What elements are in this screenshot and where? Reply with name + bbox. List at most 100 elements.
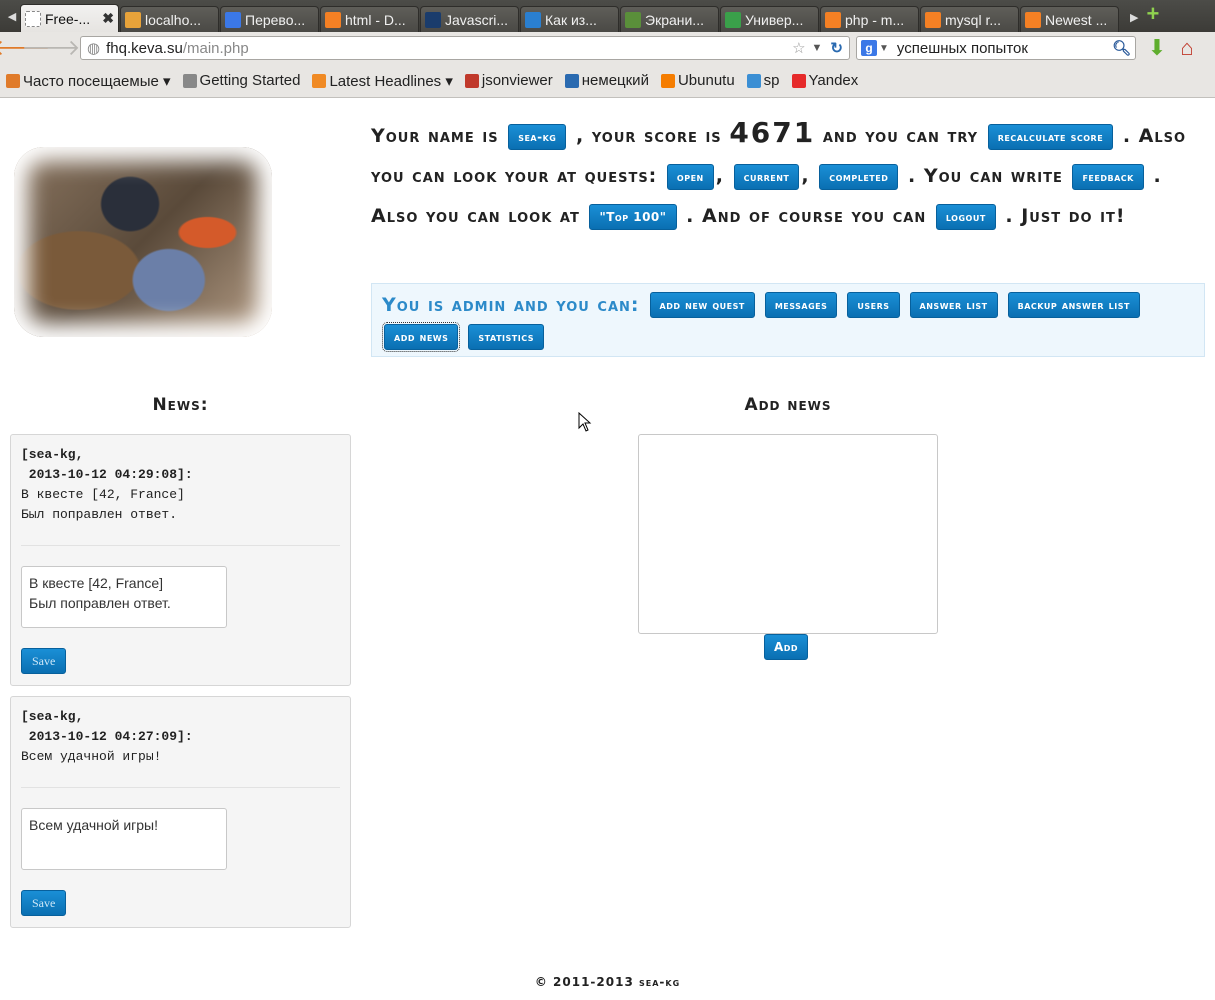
bookmark-icon bbox=[564, 73, 579, 88]
username-button[interactable]: sea-kg bbox=[508, 123, 567, 150]
tab-favicon-icon bbox=[425, 11, 441, 28]
tab-title: Экрани... bbox=[645, 11, 704, 28]
browser-tab[interactable]: php - m... bbox=[820, 6, 919, 32]
browser-tab[interactable]: Free-... ✖ bbox=[20, 4, 119, 32]
tab-title: localho... bbox=[145, 11, 202, 28]
tab-favicon-icon bbox=[1025, 11, 1041, 28]
news-body: В квесте [42, France] Был поправлен отве… bbox=[21, 487, 185, 522]
news-divider bbox=[21, 545, 340, 546]
bookmark-item[interactable]: немецкий bbox=[564, 72, 649, 89]
intro-text-8: . Just do it! bbox=[1005, 205, 1126, 227]
add-news-textarea[interactable] bbox=[638, 434, 938, 634]
tab-favicon-icon bbox=[25, 10, 41, 27]
bookmark-icon bbox=[791, 73, 806, 88]
bookmark-label: Ubunutu bbox=[677, 72, 735, 89]
search-icon[interactable]: 🔍︎ bbox=[1112, 39, 1131, 57]
add-news-submit-button[interactable]: Add bbox=[764, 634, 809, 660]
completed-quests-button[interactable]: completed bbox=[819, 163, 899, 190]
tab-scroll-right-icon[interactable]: ▶ bbox=[1130, 11, 1138, 24]
tab-bar: ◀ Free-... ✖ localho... Перево... html - D..… bbox=[0, 0, 1215, 32]
globe-icon: ◍ bbox=[87, 40, 101, 57]
bookmark-item[interactable]: Latest Headlines ▾ bbox=[312, 72, 453, 90]
bookmark-icon bbox=[464, 73, 479, 88]
bookmark-item[interactable]: Ubunutu bbox=[660, 72, 735, 89]
footer-copyright: © 2011-2013 sea-kg bbox=[534, 975, 681, 989]
recalculate-score-button[interactable]: recalculate score bbox=[987, 123, 1114, 150]
news-author: [sea-kg, bbox=[21, 709, 84, 724]
home-icon[interactable]: ⌂ bbox=[1172, 35, 1202, 61]
bookmarks-toolbar: Часто посещаемые ▾ Getting Started Latest … bbox=[0, 64, 1215, 98]
bookmark-star-icon[interactable]: ☆ bbox=[792, 39, 805, 57]
browser-tab[interactable]: mysql r... bbox=[920, 6, 1019, 32]
bookmark-item[interactable]: jsonviewer bbox=[464, 72, 553, 89]
browser-tab[interactable]: Javascri... bbox=[420, 6, 519, 32]
forward-button[interactable]: 🡒 bbox=[22, 35, 81, 61]
admin-answer-list-button[interactable]: answer list bbox=[909, 292, 998, 318]
comma: , bbox=[801, 165, 810, 187]
tab-title: mysql r... bbox=[945, 11, 1002, 28]
intro-text-5: . You can write bbox=[907, 165, 1063, 187]
browser-tab[interactable]: Newest ... bbox=[1020, 6, 1119, 32]
admin-add-new-quest-button[interactable]: add new quest bbox=[649, 292, 755, 318]
intro-text-7: . And of course you can bbox=[686, 205, 927, 227]
engine-dropdown-icon[interactable]: ▼ bbox=[879, 43, 889, 54]
admin-panel-title: You is admin and you can: bbox=[382, 294, 640, 316]
bookmark-label: Getting Started bbox=[199, 72, 301, 89]
browser-tab[interactable]: Универ... bbox=[720, 6, 819, 32]
admin-users-button[interactable]: users bbox=[847, 292, 900, 318]
bookmark-item[interactable]: Часто посещаемые ▾ bbox=[6, 72, 171, 90]
bookmark-item[interactable]: sp bbox=[746, 72, 780, 89]
tab-favicon-icon bbox=[125, 11, 141, 28]
logout-button[interactable]: logout bbox=[935, 203, 996, 230]
current-quests-button[interactable]: current bbox=[733, 163, 800, 190]
news-edit-field[interactable] bbox=[21, 808, 227, 870]
tab-title: Javascri... bbox=[445, 11, 509, 28]
google-engine-icon[interactable]: g bbox=[861, 40, 877, 56]
admin-backup-answer-list-button[interactable]: backup answer list bbox=[1007, 292, 1140, 318]
intro-text: Your name is sea-kg , your score is 4671… bbox=[371, 113, 1191, 236]
tab-title: Free-... bbox=[45, 10, 91, 27]
news-body: Всем удачной игры! bbox=[21, 749, 162, 764]
intro-text-1: Your name is bbox=[371, 125, 499, 147]
tab-favicon-icon bbox=[625, 11, 641, 28]
news-author: [sea-kg, bbox=[21, 447, 84, 462]
url-bar[interactable]: ◍ fhq.keva.su /main.php ☆ ▼ ↻ bbox=[80, 36, 850, 60]
reload-icon[interactable]: ↻ bbox=[830, 39, 843, 57]
intro-text-2: , your score is bbox=[576, 125, 722, 147]
browser-tab[interactable]: localho... bbox=[120, 6, 219, 32]
news-date: 2013-10-12 04:29:08]: bbox=[21, 467, 193, 482]
admin-add-news-button[interactable]: add news bbox=[381, 322, 461, 352]
bookmark-label: jsonviewer bbox=[481, 72, 553, 89]
news-heading: News: bbox=[152, 395, 209, 415]
navigation-toolbar: 🡐 🡒 ◍ fhq.keva.su /main.php ☆ ▼ ↻ g ▼ ус… bbox=[0, 32, 1215, 64]
url-dropdown-icon[interactable]: ▼ bbox=[812, 42, 823, 54]
top-100-button[interactable]: "Top 100" bbox=[589, 203, 677, 230]
tab-scroll-left-icon[interactable]: ◀ bbox=[4, 5, 20, 27]
mouse-cursor-icon bbox=[578, 412, 592, 432]
browser-tab[interactable]: Как из... bbox=[520, 6, 619, 32]
tab-favicon-icon bbox=[925, 11, 941, 28]
feedback-button[interactable]: feedback bbox=[1072, 163, 1144, 190]
browser-tab[interactable]: html - D... bbox=[320, 6, 419, 32]
new-tab-icon[interactable]: + bbox=[1146, 1, 1159, 27]
browser-tab[interactable]: Экрани... bbox=[620, 6, 719, 32]
news-item: [sea-kg, 2013-10-12 04:29:08]: В квесте … bbox=[10, 434, 351, 686]
bookmark-item[interactable]: Yandex bbox=[791, 72, 859, 89]
bookmark-label: Yandex bbox=[808, 72, 859, 89]
admin-messages-button[interactable]: messages bbox=[764, 292, 838, 318]
search-bar[interactable]: g ▼ успешных попыток 🔍︎ bbox=[856, 36, 1136, 60]
bookmark-item[interactable]: Getting Started bbox=[182, 72, 301, 89]
tab-title: Универ... bbox=[745, 11, 804, 28]
tab-close-icon[interactable]: ✖ bbox=[102, 10, 114, 27]
save-button[interactable]: Save bbox=[21, 648, 67, 674]
admin-statistics-button[interactable]: statistics bbox=[468, 324, 544, 350]
search-input[interactable]: успешных попыток bbox=[897, 40, 1112, 57]
bookmark-icon bbox=[746, 73, 761, 88]
save-button[interactable]: Save bbox=[21, 890, 67, 916]
news-edit-field[interactable] bbox=[21, 566, 227, 628]
news-divider bbox=[21, 787, 340, 788]
open-quests-button[interactable]: open bbox=[666, 163, 714, 190]
tab-title: Как из... bbox=[545, 11, 597, 28]
download-icon[interactable]: ⬇ bbox=[1142, 35, 1172, 61]
browser-tab[interactable]: Перево... bbox=[220, 6, 319, 32]
